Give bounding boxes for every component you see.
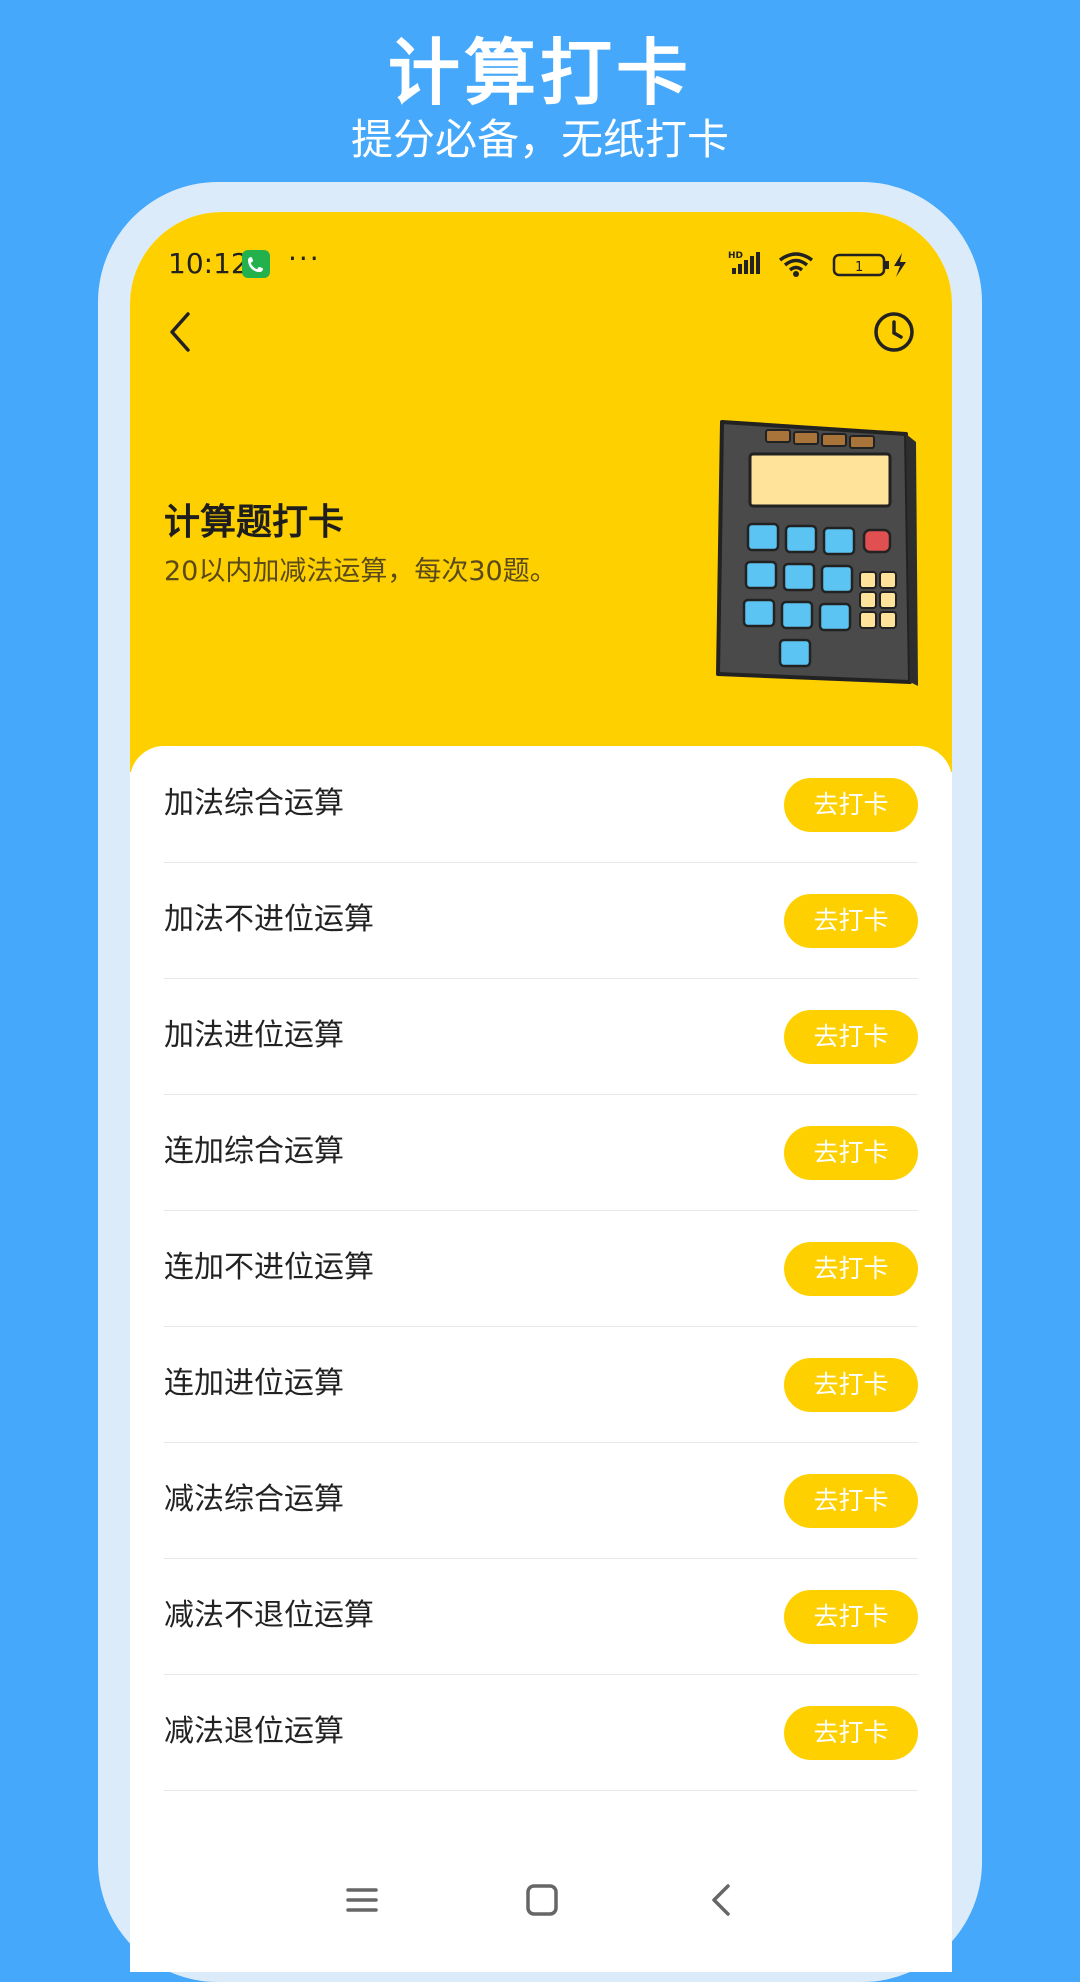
list-item: 加法综合运算 去打卡 [164,746,918,863]
item-label: 减法不退位运算 [164,1598,374,1633]
list-item: 连加进位运算 去打卡 [164,1326,918,1443]
checkin-button[interactable]: 去打卡 [784,894,918,948]
battery-level: 1 [855,260,863,275]
list-item: 加法不进位运算 去打卡 [164,862,918,979]
call-icon [242,250,270,278]
battery-icon: 1 [832,253,906,277]
chevron-left-icon [170,312,190,352]
network-label: HD [728,251,743,261]
checkin-button[interactable]: 去打卡 [784,778,918,832]
list-item: 连加不进位运算 去打卡 [164,1210,918,1327]
nav-back-button[interactable] [692,1870,752,1930]
header-banner: 10:12 ··· HD 1 计算题打卡 20以内加减法运算，每次30题。 [130,212,952,772]
back-icon [712,1884,730,1916]
page-description: 20以内加减法运算，每次30题。 [164,556,557,587]
item-label: 减法退位运算 [164,1714,344,1749]
item-label: 减法综合运算 [164,1482,344,1517]
page-title: 计算题打卡 [164,502,345,543]
list-item: 减法退位运算 去打卡 [164,1674,918,1791]
item-label: 加法进位运算 [164,1018,344,1053]
signal-icon: HD [728,251,760,274]
history-button[interactable] [866,304,922,360]
menu-icon [346,1888,378,1912]
practice-list: 加法综合运算 去打卡 加法不进位运算 去打卡 加法进位运算 去打卡 连加综合运算… [130,746,952,1972]
checkin-button[interactable]: 去打卡 [784,1126,918,1180]
checkin-button[interactable]: 去打卡 [784,1474,918,1528]
phone-screen: 10:12 ··· HD 1 计算题打卡 20以内加减法运算，每次30题。 加法… [130,212,952,1972]
item-label: 加法综合运算 [164,786,344,821]
checkin-button[interactable]: 去打卡 [784,1010,918,1064]
item-label: 连加不进位运算 [164,1250,374,1285]
list-item: 减法不退位运算 去打卡 [164,1558,918,1675]
checkin-button[interactable]: 去打卡 [784,1590,918,1644]
promo-title: 计算打卡 [387,31,692,115]
clock-icon [874,312,914,352]
list-item: 减法综合运算 去打卡 [164,1442,918,1559]
item-label: 连加进位运算 [164,1366,344,1401]
home-square-icon [526,1884,558,1916]
checkin-button[interactable]: 去打卡 [784,1706,918,1760]
status-icons: HD 1 [728,248,908,280]
item-label: 连加综合运算 [164,1134,344,1169]
checkin-button[interactable]: 去打卡 [784,1242,918,1296]
promo-subtitle: 提分必备，无纸打卡 [350,115,729,164]
system-nav-bar [130,1850,952,1950]
item-label: 加法不进位运算 [164,902,374,937]
nav-menu-button[interactable] [332,1870,392,1930]
status-more: ··· [288,242,321,275]
wifi-icon [778,252,814,277]
status-time: 10:12 [168,247,249,280]
nav-home-button[interactable] [512,1870,572,1930]
list-item: 连加综合运算 去打卡 [164,1094,918,1211]
calculator-illustration [716,420,918,686]
back-button[interactable] [158,302,218,362]
status-bar: 10:12 ··· HD 1 [130,232,952,292]
list-item: 加法进位运算 去打卡 [164,978,918,1095]
checkin-button[interactable]: 去打卡 [784,1358,918,1412]
